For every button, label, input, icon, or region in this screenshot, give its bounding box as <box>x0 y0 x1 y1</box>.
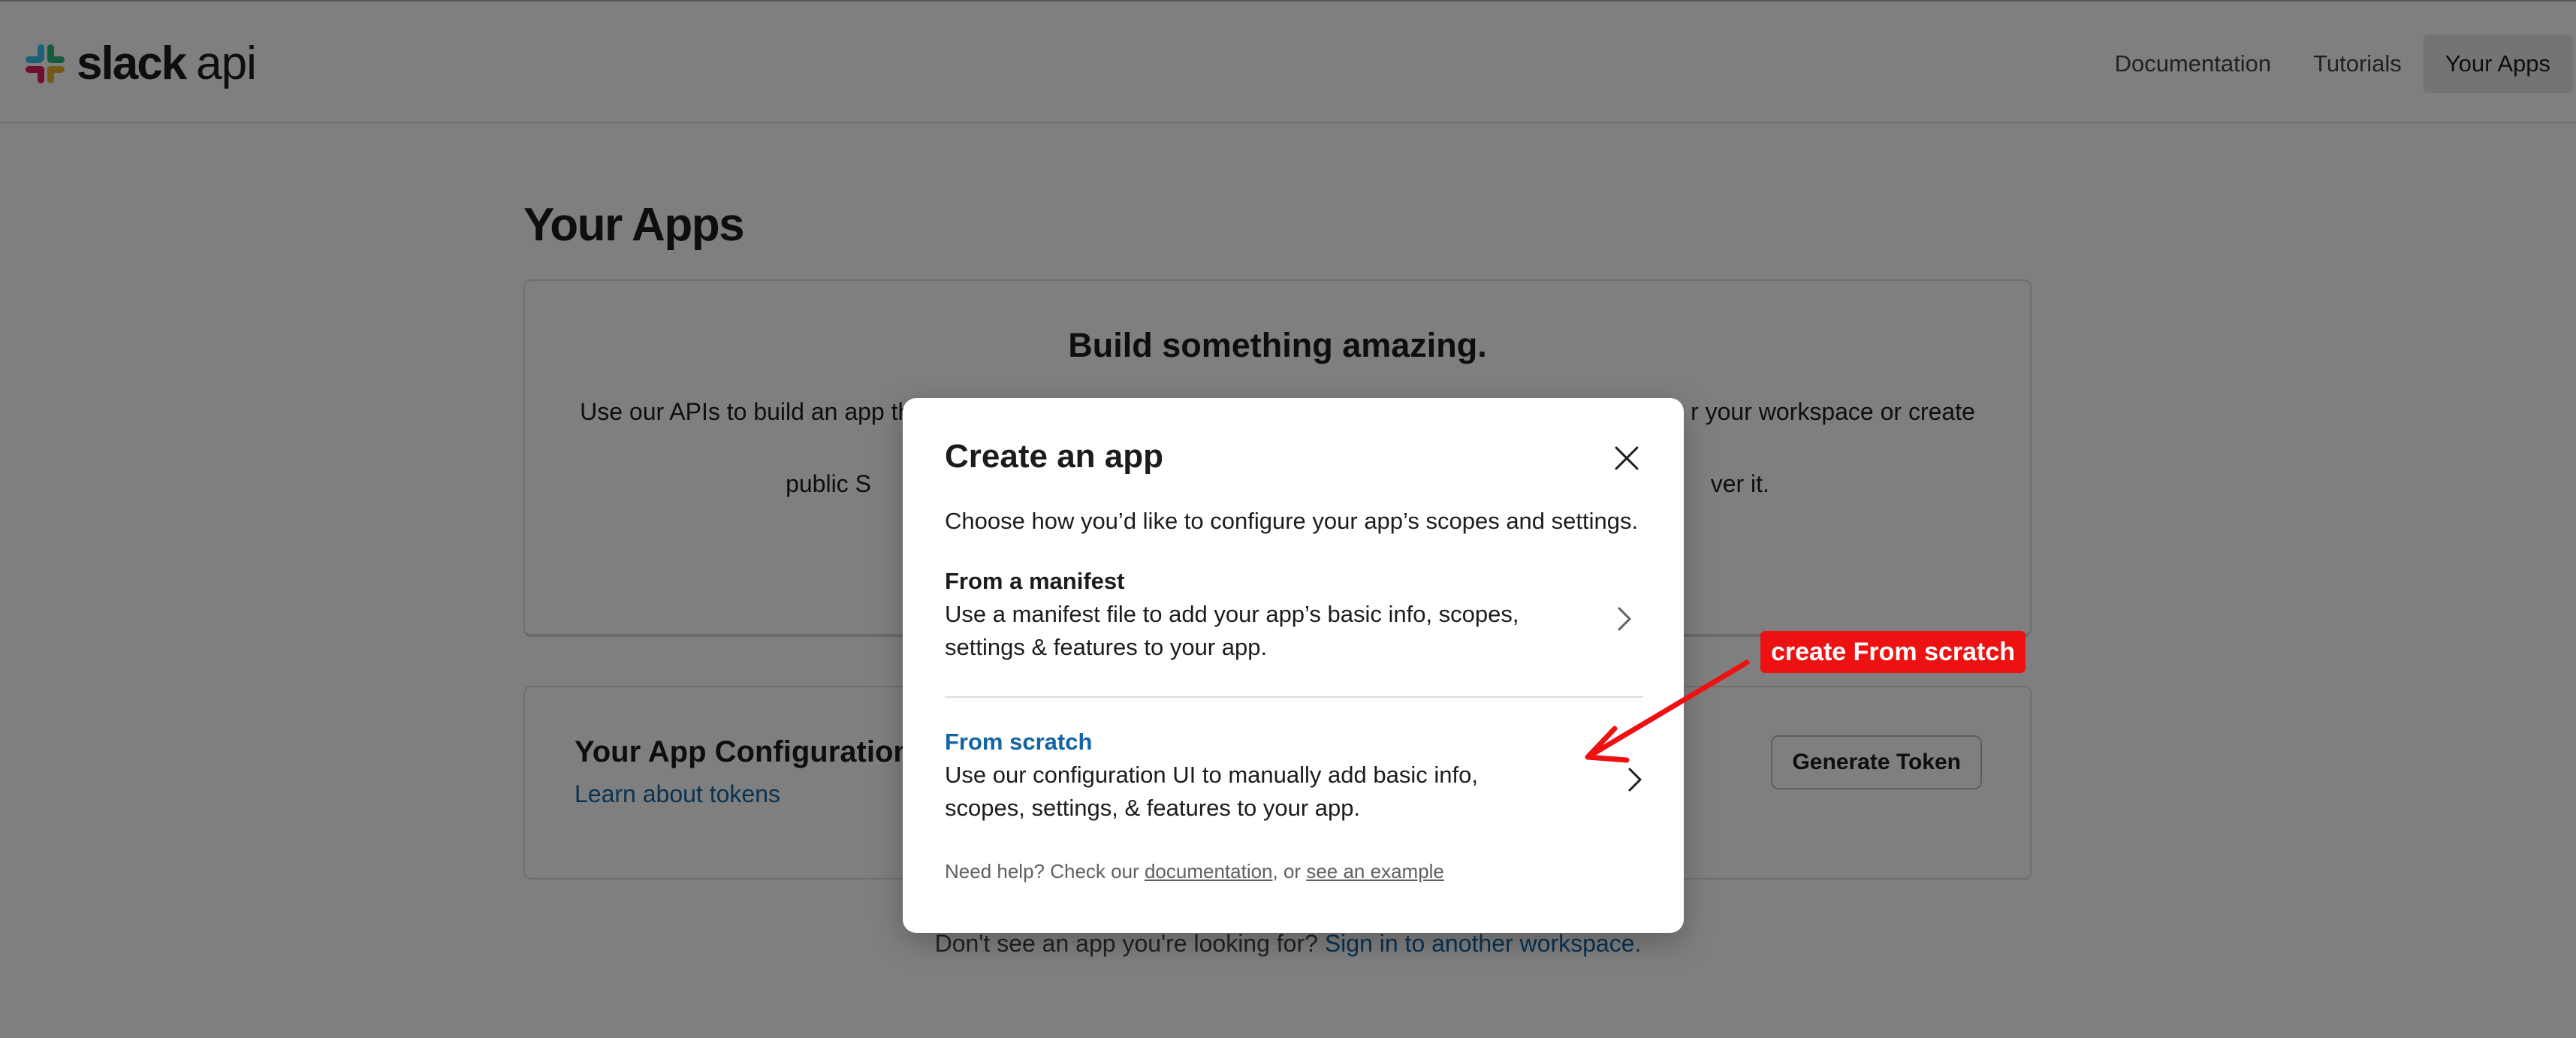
help-prefix: Need help? Check our <box>945 860 1139 883</box>
see-example-link[interactable]: see an example <box>1306 860 1444 883</box>
create-app-modal: Create an app Choose how you’d like to c… <box>903 398 1684 933</box>
close-icon <box>1615 446 1639 470</box>
option-title: From a manifest <box>945 568 1125 594</box>
documentation-link[interactable]: documentation <box>1145 860 1273 883</box>
modal-title: Create an app <box>945 438 1163 475</box>
modal-description: Choose how you’d like to configure your … <box>945 508 1639 534</box>
from-scratch-option[interactable]: From scratch Use our configuration UI to… <box>945 726 1643 841</box>
chevron-right-icon <box>1628 768 1642 792</box>
help-middle: , or <box>1272 860 1302 883</box>
modal-help: Need help? Check our documentation, or s… <box>945 856 1444 886</box>
close-button[interactable] <box>1606 437 1648 479</box>
annotation-callout: create From scratch <box>1760 631 2026 673</box>
option-title: From scratch <box>945 729 1093 755</box>
option-description: Use a manifest file to add your app’s ba… <box>945 601 1519 660</box>
option-description: Use our configuration UI to manually add… <box>945 762 1478 821</box>
from-manifest-option[interactable]: From a manifest Use a manifest file to a… <box>945 565 1643 680</box>
options-divider <box>945 696 1643 698</box>
chevron-right-icon <box>1618 607 1631 631</box>
